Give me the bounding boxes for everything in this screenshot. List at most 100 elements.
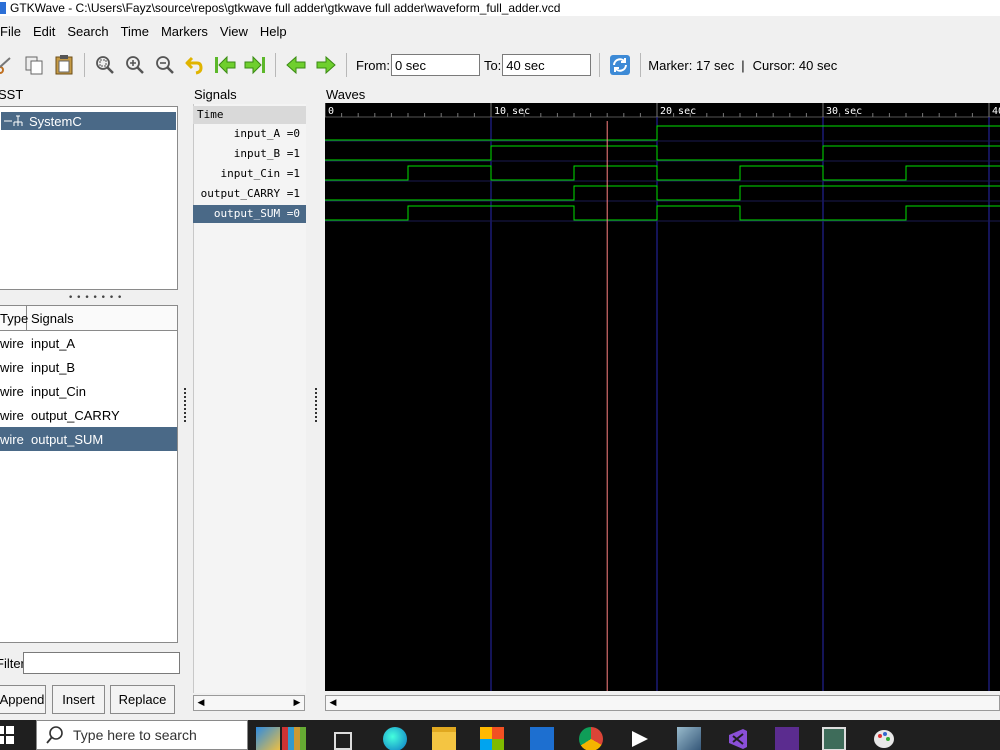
library-icon[interactable] (282, 727, 306, 750)
from-label: From: (356, 57, 390, 73)
signal-name: input_B (31, 359, 76, 375)
time-header: Time (193, 106, 306, 124)
tree-item-systemc[interactable]: SystemC (1, 112, 176, 130)
from-input[interactable] (390, 54, 480, 76)
gtkwave-task-icon[interactable] (822, 727, 846, 750)
toolbar-separator (346, 53, 347, 77)
signal-list-row[interactable]: wire output_CARRY (0, 403, 177, 427)
chrome-icon[interactable] (579, 727, 603, 750)
to-input[interactable] (502, 54, 592, 76)
cursor-readout: Cursor: 40 sec (752, 57, 838, 73)
time-tick-label: 0 (328, 106, 334, 117)
media-player-icon[interactable] (628, 727, 652, 750)
time-tick-label: 40 sec (992, 106, 1000, 117)
scroll-left-icon[interactable]: ◀ (194, 696, 208, 710)
signal-list-header: Type Signals (0, 306, 177, 331)
sst-label: SST (0, 87, 24, 102)
signal-list-row[interactable]: wire input_A (0, 331, 177, 355)
signal-list-row[interactable]: wire input_B (0, 355, 177, 379)
insert-button[interactable]: Insert (52, 685, 105, 714)
signals-pane-label: Signals (194, 87, 237, 102)
marker-readout: Marker: 17 sec (648, 57, 735, 73)
paint-icon[interactable] (872, 727, 896, 750)
back-icon[interactable] (284, 53, 308, 77)
edge-browser-icon[interactable] (383, 727, 407, 750)
menu-edit[interactable]: Edit (30, 24, 61, 39)
signals-hscrollbar[interactable]: ◀ ▶ (193, 695, 305, 711)
toolbar: From: To: Marker: 17 sec | Cursor: 40 se… (0, 46, 1000, 84)
signal-list-row[interactable]: wire input_Cin (0, 379, 177, 403)
waveform-trace-input-cin (325, 165, 1000, 181)
waveform-trace-output-sum (325, 205, 1000, 221)
replace-button[interactable]: Replace (110, 685, 175, 714)
notes-icon[interactable] (677, 727, 701, 750)
scroll-left-icon[interactable]: ◀ (326, 696, 340, 710)
app-icon (0, 2, 6, 14)
signal-list-table: Type Signals wire input_A wire input_B w… (0, 305, 178, 643)
menu-view[interactable]: View (217, 24, 254, 39)
readout-separator: | (741, 57, 745, 73)
pane-splitter-grip[interactable] (184, 388, 186, 422)
windows-taskbar: Type here to search (0, 720, 1000, 750)
mail-icon[interactable] (530, 727, 554, 750)
signal-value-row[interactable]: input_A =0 (193, 125, 306, 143)
signal-type: wire (0, 407, 24, 423)
sst-tree: SystemC (0, 106, 178, 290)
waves-plot: 0 10 sec 20 sec 30 sec 40 sec (325, 103, 1000, 691)
start-icon[interactable] (0, 726, 14, 744)
time-tick-label: 30 sec (826, 106, 862, 117)
waves-hscrollbar[interactable]: ◀ (325, 695, 1000, 711)
terminal-icon[interactable] (775, 727, 799, 750)
signal-name: input_A (31, 335, 76, 351)
toolbar-separator (640, 53, 642, 77)
signal-value-row[interactable]: input_B =1 (193, 145, 306, 163)
pane-splitter-handle[interactable]: • • • • • • • (68, 293, 122, 303)
waveform-trace-input-a (325, 125, 1000, 141)
signal-type: wire (0, 335, 24, 351)
signal-value-row-selected[interactable]: output_SUM =0 (193, 205, 306, 223)
scroll-right-icon[interactable]: ▶ (290, 696, 304, 710)
pane-splitter-grip[interactable] (315, 388, 317, 422)
signal-value-row[interactable]: input_Cin =1 (193, 165, 306, 183)
taskbar-search-box[interactable]: Type here to search (36, 720, 248, 750)
store-icon[interactable] (480, 727, 504, 750)
signal-type: wire (0, 383, 24, 399)
undo-icon[interactable] (183, 53, 207, 77)
file-explorer-icon[interactable] (432, 727, 456, 750)
zoom-in-icon[interactable] (123, 53, 147, 77)
jump-start-icon[interactable] (213, 53, 237, 77)
tree-item-label: SystemC (29, 113, 82, 129)
signal-name: input_Cin (31, 383, 86, 399)
zoom-out-icon[interactable] (153, 53, 177, 77)
menu-help[interactable]: Help (257, 24, 293, 39)
menu-time[interactable]: Time (118, 24, 155, 39)
reload-icon[interactable] (608, 53, 632, 77)
column-header-signals[interactable]: Signals (27, 306, 74, 330)
column-header-type[interactable]: Type (0, 306, 28, 330)
paste-icon[interactable] (52, 53, 76, 77)
waveform-trace-output-carry (325, 185, 1000, 201)
cut-icon[interactable] (0, 53, 16, 77)
signal-value-row[interactable]: output_CARRY =1 (193, 185, 306, 203)
to-label: To: (483, 57, 502, 73)
task-view-icon[interactable] (334, 732, 352, 750)
toolbar-separator (275, 53, 276, 77)
menu-file[interactable]: File (0, 24, 27, 39)
forward-icon[interactable] (314, 53, 338, 77)
signal-type: wire (0, 359, 24, 375)
signal-name: output_CARRY (31, 407, 120, 423)
signal-list-row-selected[interactable]: wire output_SUM (0, 427, 177, 451)
visual-studio-icon[interactable] (726, 727, 750, 750)
time-tick-label: 10 sec (494, 106, 530, 117)
copy-icon[interactable] (22, 53, 46, 77)
menu-search[interactable]: Search (64, 24, 114, 39)
title-bar: GTKWave - C:\Users\Fayz\source\repos\gtk… (0, 0, 1000, 16)
jump-end-icon[interactable] (243, 53, 267, 77)
weather-icon[interactable] (256, 727, 280, 750)
filter-input[interactable] (23, 652, 180, 674)
tree-expander-icon (4, 115, 23, 126)
zoom-fit-icon[interactable] (93, 53, 117, 77)
waves-canvas[interactable]: 0 10 sec 20 sec 30 sec 40 sec (325, 103, 1000, 691)
menu-markers[interactable]: Markers (158, 24, 214, 39)
append-button[interactable]: Append (0, 685, 46, 714)
